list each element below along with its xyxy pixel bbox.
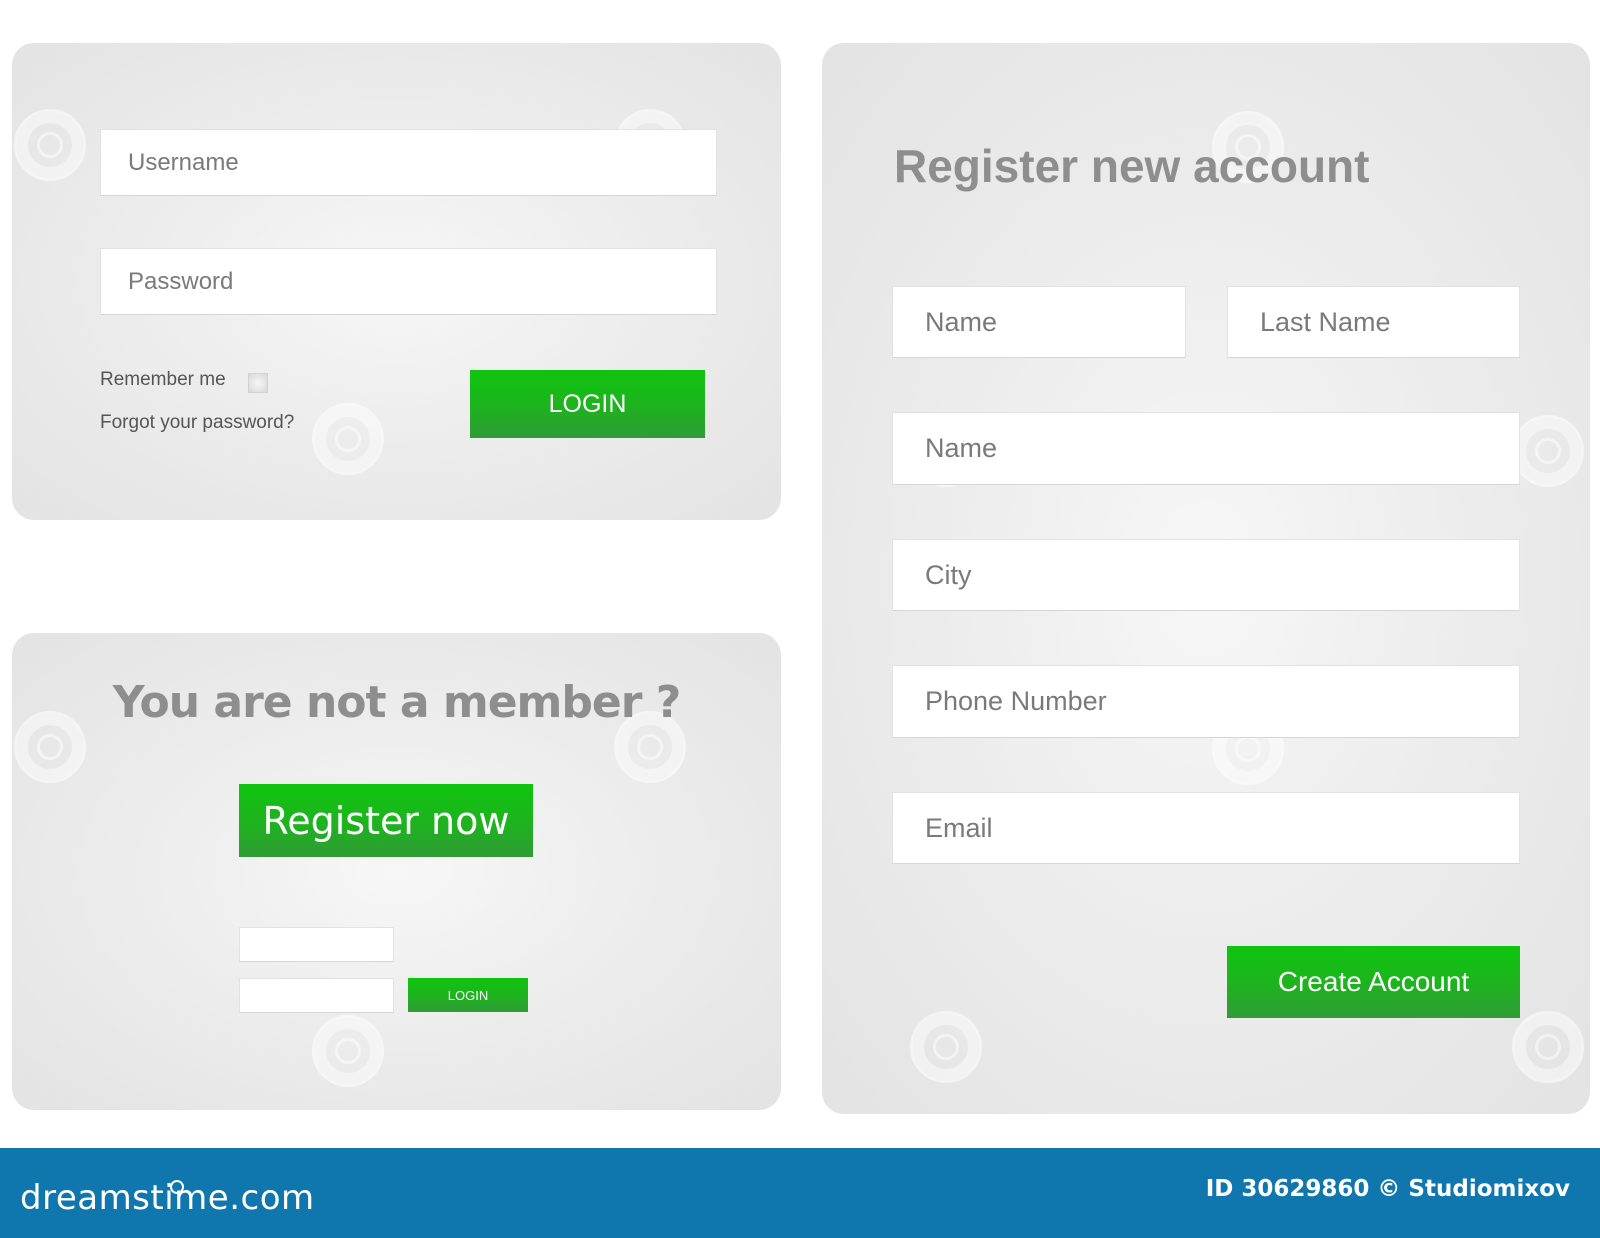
username-input[interactable] xyxy=(100,129,717,196)
name-input[interactable] xyxy=(892,412,1520,485)
first-name-input[interactable] xyxy=(892,286,1186,358)
remember-me-label: Remember me xyxy=(100,369,226,390)
email-input[interactable] xyxy=(892,792,1520,864)
remember-me-checkbox[interactable] xyxy=(248,373,268,393)
last-name-input[interactable] xyxy=(1227,286,1520,358)
mini-password-input[interactable] xyxy=(239,978,394,1013)
city-input[interactable] xyxy=(892,539,1520,611)
member-title: You are not a member ? xyxy=(112,677,682,728)
phone-number-input[interactable] xyxy=(892,665,1520,738)
login-button-label: LOGIN xyxy=(548,389,627,418)
register-now-label: Register now xyxy=(262,798,510,843)
mini-login-button[interactable]: LOGIN xyxy=(408,978,528,1012)
logo-text: dreamstime.com xyxy=(20,1178,315,1218)
watermark-icon xyxy=(312,403,384,475)
login-button[interactable]: LOGIN xyxy=(470,370,705,438)
watermark-icon xyxy=(14,109,86,181)
create-account-label: Create Account xyxy=(1277,966,1470,997)
member-panel: You are not a member ? Register now LOGI… xyxy=(12,633,781,1110)
forgot-password-link[interactable]: Forgot your password? xyxy=(100,412,294,434)
dreamstime-logo: dreamstime.com xyxy=(20,1178,315,1218)
mini-login-label: LOGIN xyxy=(447,987,489,1003)
watermark-icon xyxy=(1512,415,1584,487)
watermark-icon xyxy=(1512,1011,1584,1083)
register-now-button[interactable]: Register now xyxy=(239,784,533,857)
watermark-icon xyxy=(910,1011,982,1083)
register-panel: Register new account Create Account xyxy=(822,43,1590,1114)
login-panel: Remember me Forgot your password? LOGIN xyxy=(12,43,781,520)
watermark-icon xyxy=(312,1015,384,1087)
mini-username-input[interactable] xyxy=(239,927,394,962)
create-account-button[interactable]: Create Account xyxy=(1227,946,1520,1018)
spiral-logo-icon xyxy=(170,1180,184,1194)
image-credit: ID 30629860 © Studiomixov xyxy=(1205,1176,1570,1202)
register-title: Register new account xyxy=(894,140,1370,192)
password-input[interactable] xyxy=(100,248,717,315)
footer-bar: dreamstime.com ID 30629860 © Studiomixov xyxy=(0,1148,1600,1238)
